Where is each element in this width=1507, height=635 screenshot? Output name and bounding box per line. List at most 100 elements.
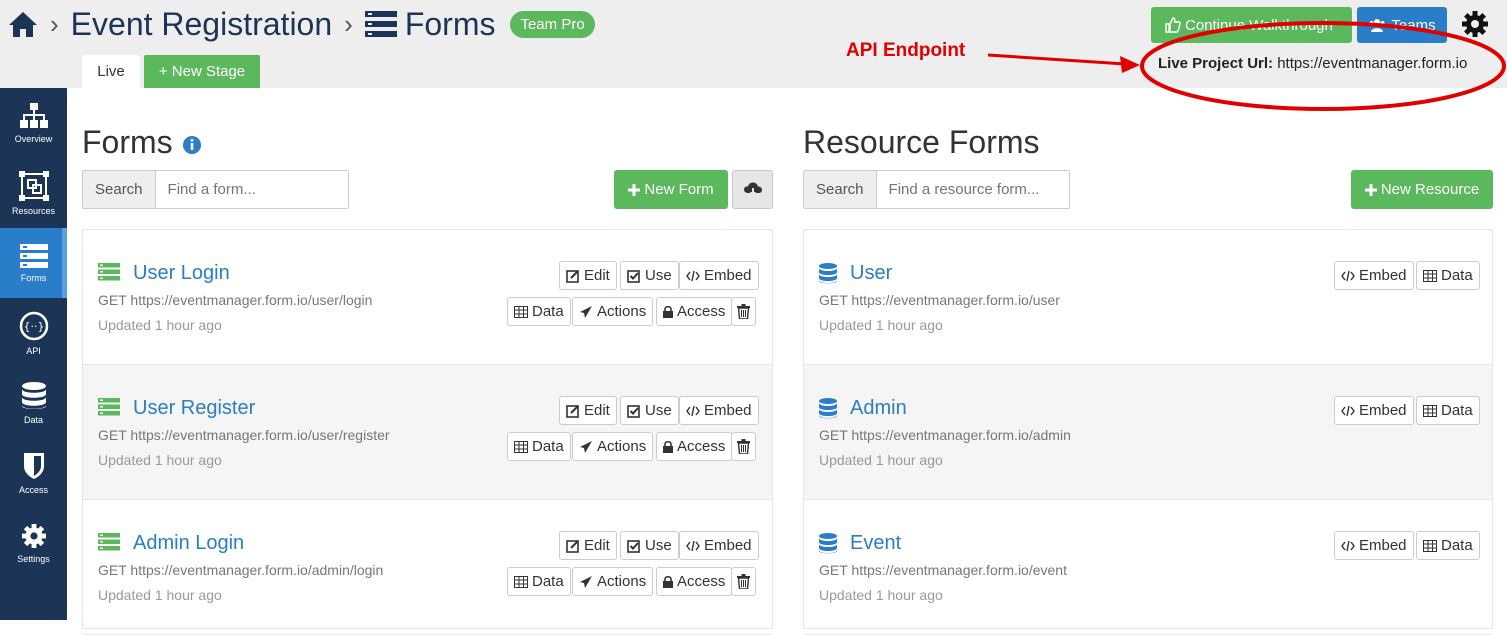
settings-gear-icon[interactable]	[1461, 10, 1489, 38]
new-form-label: New Form	[644, 181, 714, 198]
sidebar-item-forms[interactable]: Forms	[0, 228, 67, 298]
table-icon	[1423, 404, 1437, 417]
data-button[interactable]: Data	[1416, 261, 1480, 290]
actions-button[interactable]: Actions	[572, 297, 654, 326]
delete-button[interactable]	[731, 432, 756, 461]
embed-button[interactable]: Embed	[1334, 396, 1414, 425]
form-icon	[98, 533, 120, 551]
sidebar-item-label: Forms	[20, 272, 47, 283]
live-project-url-label: Live Project Url:	[1158, 55, 1274, 72]
form-updated-time: Updated 1 hour ago	[98, 587, 222, 603]
edit-icon	[566, 404, 579, 418]
access-label: Access	[677, 303, 726, 320]
sidebar-item-api[interactable]: {··} API	[0, 298, 67, 368]
edit-label: Edit	[584, 267, 610, 284]
data-button[interactable]: Data	[507, 297, 571, 326]
code-icon	[686, 405, 700, 416]
actions-button[interactable]: Actions	[572, 432, 654, 461]
live-project-url-value[interactable]: https://eventmanager.form.io	[1277, 55, 1467, 72]
access-label: Access	[677, 438, 726, 455]
form-endpoint-url: GET https://eventmanager.form.io/user/re…	[98, 427, 390, 443]
sidebar-item-access[interactable]: Access	[0, 438, 67, 508]
new-stage-button[interactable]: + New Stage	[144, 55, 260, 88]
sidebar-item-label: Access	[18, 484, 48, 495]
plan-badge: Team Pro	[510, 10, 595, 38]
lock-icon	[663, 305, 673, 318]
edit-button[interactable]: Edit	[559, 531, 617, 560]
home-icon[interactable]	[8, 10, 38, 38]
shield-icon	[23, 452, 44, 479]
info-icon[interactable]	[182, 135, 202, 155]
data-label: Data	[1441, 267, 1473, 284]
import-form-button[interactable]	[732, 170, 773, 209]
data-button[interactable]: Data	[507, 432, 571, 461]
edit-icon	[566, 539, 579, 553]
data-button[interactable]: Data	[1416, 531, 1480, 560]
data-label: Data	[532, 573, 564, 590]
breadcrumb-project[interactable]: Event Registration	[71, 6, 332, 43]
use-button[interactable]: Use	[620, 531, 679, 560]
data-button[interactable]: Data	[1416, 396, 1480, 425]
data-label: Data	[1441, 402, 1473, 419]
breadcrumb: › Event Registration › Forms Team Pro	[8, 4, 595, 44]
delete-button[interactable]	[731, 567, 756, 596]
forms-search-input[interactable]	[155, 171, 348, 208]
trash-icon	[737, 574, 750, 589]
plus-icon	[628, 183, 641, 196]
form-title-link[interactable]: User Login	[133, 262, 230, 285]
table-icon	[1423, 269, 1437, 282]
form-title-link[interactable]: User Register	[133, 397, 255, 420]
sidebar-item-overview[interactable]: Overview	[0, 88, 67, 158]
new-form-button[interactable]: New Form	[614, 170, 728, 209]
use-button[interactable]: Use	[620, 396, 679, 425]
use-button[interactable]: Use	[620, 261, 679, 290]
resource-title-link[interactable]: Admin	[850, 397, 907, 420]
edit-button[interactable]: Edit	[559, 396, 617, 425]
teams-button[interactable]: Teams	[1357, 7, 1447, 43]
forms-heading: Forms	[82, 124, 202, 161]
thumbs-up-icon	[1165, 17, 1181, 33]
api-endpoint-annotation-label: API Endpoint	[846, 40, 966, 61]
delete-button[interactable]	[731, 297, 756, 326]
sidebar-item-settings[interactable]: Settings	[0, 508, 67, 578]
use-label: Use	[645, 267, 672, 284]
breadcrumb-separator: ›	[50, 8, 59, 39]
actions-button[interactable]: Actions	[572, 567, 654, 596]
access-button[interactable]: Access	[656, 432, 733, 461]
embed-button[interactable]: Embed	[1334, 531, 1414, 560]
form-title-link[interactable]: Admin Login	[133, 532, 244, 555]
resource-title-link[interactable]: Event	[850, 532, 901, 555]
embed-button[interactable]: Embed	[679, 531, 759, 560]
access-label: Access	[677, 573, 726, 590]
database-icon	[21, 381, 46, 409]
forms-search-label: Search	[83, 171, 156, 208]
sidebar-item-data[interactable]: Data	[0, 368, 67, 438]
teams-label: Teams	[1391, 16, 1436, 34]
forms-icon	[364, 11, 397, 37]
sidebar-item-resources[interactable]: Resources	[0, 158, 67, 228]
breadcrumb-section: Forms	[404, 5, 496, 42]
database-icon	[819, 398, 837, 419]
paper-plane-icon	[580, 305, 592, 318]
data-button[interactable]: Data	[507, 567, 571, 596]
embed-button[interactable]: Embed	[679, 261, 759, 290]
embed-button[interactable]: Embed	[1334, 261, 1414, 290]
new-resource-button[interactable]: New Resource	[1351, 170, 1493, 209]
access-button[interactable]: Access	[656, 297, 733, 326]
sidebar-item-label: Resources	[11, 205, 56, 216]
resource-title-link[interactable]: User	[850, 262, 892, 285]
lock-icon	[663, 440, 673, 453]
access-button[interactable]: Access	[656, 567, 733, 596]
forms-list: User Login GET https://eventmanager.form…	[82, 229, 773, 635]
continue-walkthrough-label: Continue Walkthrough	[1185, 16, 1333, 34]
plus-icon	[1364, 183, 1377, 196]
stage-tab-live[interactable]: Live	[82, 55, 140, 88]
embed-button[interactable]: Embed	[679, 396, 759, 425]
edit-button[interactable]: Edit	[559, 261, 617, 290]
resource-search-input[interactable]	[876, 171, 1069, 208]
resource-endpoint-url: GET https://eventmanager.form.io/user	[819, 292, 1060, 308]
continue-walkthrough-button[interactable]: Continue Walkthrough	[1151, 7, 1352, 43]
use-label: Use	[645, 402, 672, 419]
top-bar: › Event Registration › Forms Team Pro Li…	[0, 0, 1507, 88]
sidebar-item-label: Settings	[17, 553, 50, 564]
